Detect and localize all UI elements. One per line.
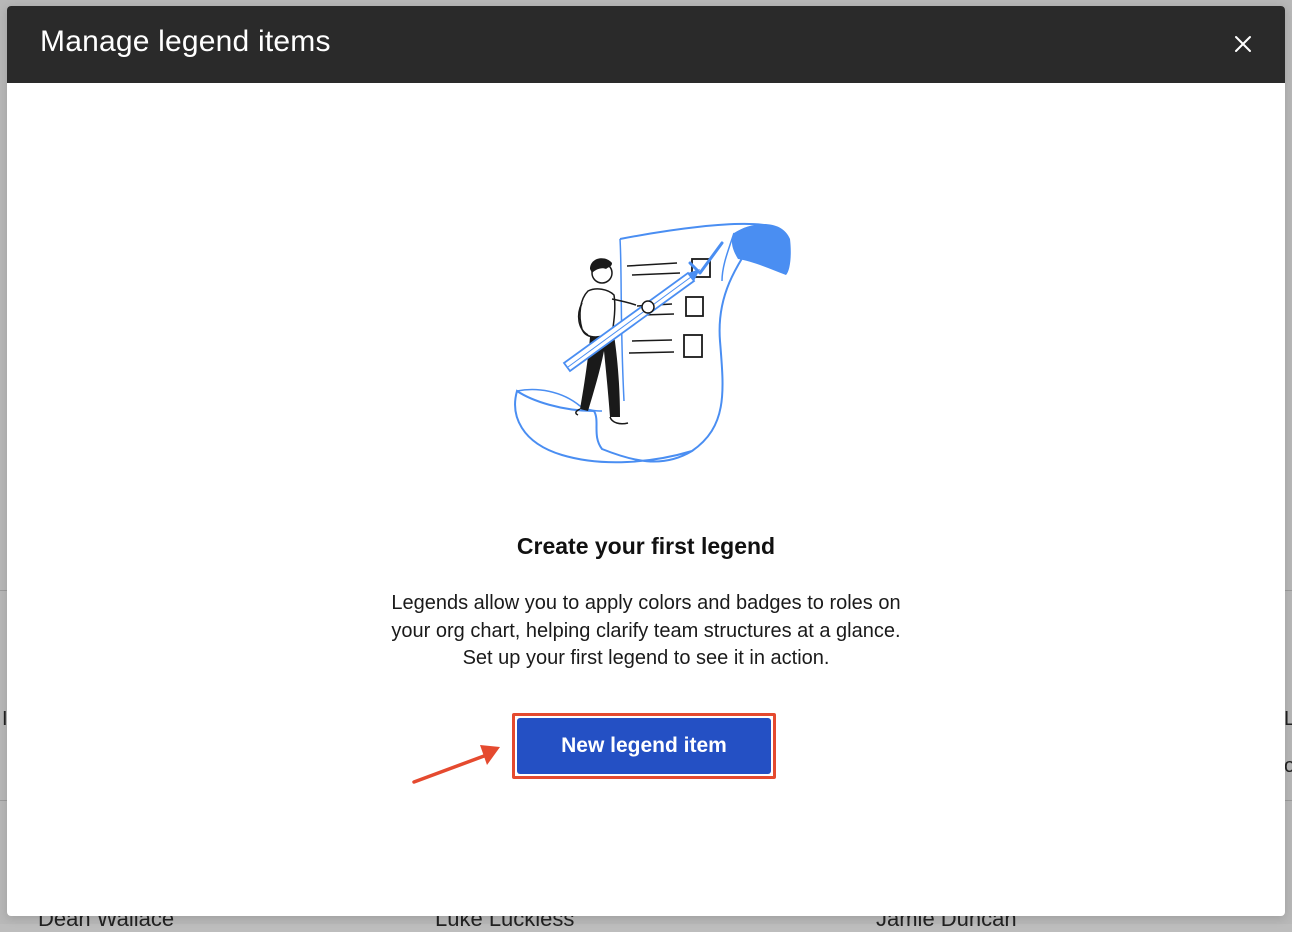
close-icon [1235,36,1251,52]
close-button[interactable] [1231,32,1255,56]
description-line: Set up your first legend to see it in ac… [462,647,830,669]
person-checklist-illustration [514,222,791,464]
arrow-icon [412,745,500,784]
new-legend-item-button[interactable]: New legend item [517,718,771,774]
manage-legend-dialog: Manage legend items Create your first le… [7,6,1285,916]
dialog-title: Manage legend items [40,25,331,58]
empty-state-title: Create your first legend [516,533,776,559]
dialog-header: Manage legend items [7,6,1285,83]
description-line: Legends allow you to apply colors and ba… [391,592,901,614]
empty-state-description: Legends allow you to apply colors and ba… [7,590,1285,673]
background-edge-text: L [1284,708,1292,730]
description-line: your org chart, helping clarify team str… [391,619,901,642]
background-edge-text: o [1284,755,1292,777]
